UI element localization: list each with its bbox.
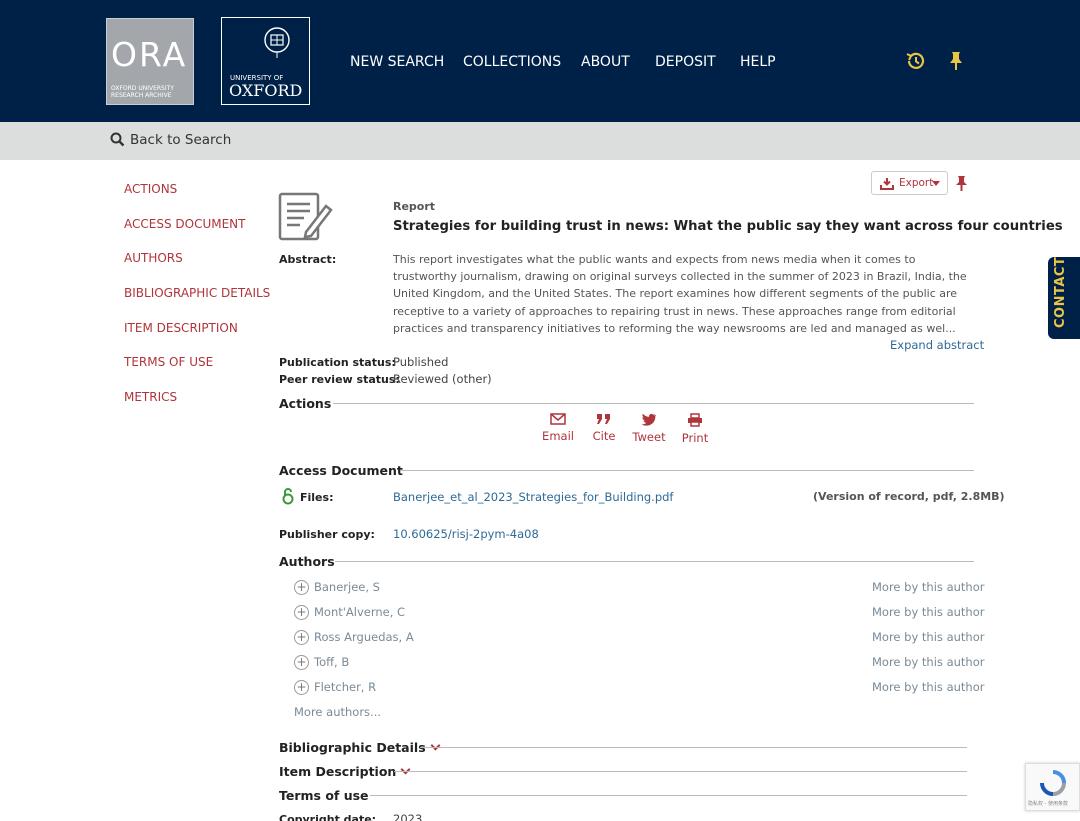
oxford-logo-big: OXFORD: [229, 81, 303, 100]
author-name[interactable]: Fletcher, R: [314, 680, 376, 694]
contact-label: CONTACT: [1053, 256, 1068, 328]
chevron-down-icon: [400, 764, 411, 775]
record-type: Report: [393, 200, 436, 213]
open-access-icon: [282, 488, 294, 505]
pin-icon[interactable]: [945, 50, 967, 72]
back-to-search-link[interactable]: Back to Search: [110, 132, 231, 148]
bibliographic-details-label: Bibliographic Details: [279, 740, 426, 755]
item-description-label: Item Description: [279, 764, 397, 779]
expand-author-icon[interactable]: +: [294, 655, 309, 670]
sidebar-item-authors[interactable]: AUTHORS: [124, 251, 183, 265]
expand-author-icon[interactable]: +: [294, 580, 309, 595]
envelope-icon: [550, 413, 566, 425]
peer-review-value: Reviewed (other): [393, 372, 492, 386]
email-label: Email: [542, 429, 574, 443]
pin-record-icon[interactable]: [955, 175, 968, 192]
expand-abstract-link[interactable]: Expand abstract: [890, 338, 984, 352]
files-label: Files:: [300, 491, 334, 504]
site-header: ORA OXFORD UNIVERSITY RESEARCH ARCHIVE U…: [0, 0, 1080, 122]
recaptcha-icon: [1040, 770, 1066, 796]
more-by-author-link[interactable]: More by this author: [872, 655, 984, 669]
file-download-link[interactable]: Banerjee_et_al_2023_Strategies_for_Build…: [393, 490, 673, 504]
publication-status-label: Publication status:: [279, 356, 396, 369]
publisher-copy-label: Publisher copy:: [279, 528, 375, 541]
sidebar-item-terms-of-use[interactable]: TERMS OF USE: [124, 355, 213, 369]
nav-collections[interactable]: COLLECTIONS: [463, 54, 561, 70]
sidebar-item-access-document[interactable]: ACCESS DOCUMENT: [124, 217, 245, 231]
bibliographic-divider: [420, 747, 967, 748]
tweet-action[interactable]: Tweet: [631, 413, 667, 444]
peer-review-label: Peer review status:: [279, 373, 400, 386]
record-title: Strategies for building trust in news: W…: [393, 219, 1063, 234]
abstract-text: This report investigates what the public…: [393, 253, 967, 335]
access-divider: [401, 470, 974, 471]
sidebar-item-item-description[interactable]: ITEM DESCRIPTION: [124, 321, 238, 335]
nav-about[interactable]: ABOUT: [581, 54, 630, 70]
back-bar: Back to Search: [0, 122, 1080, 160]
cite-action[interactable]: Cite: [589, 413, 619, 443]
nav-new-search[interactable]: NEW SEARCH: [350, 54, 444, 70]
document-icon: [278, 192, 333, 241]
authors-divider: [335, 561, 974, 562]
abstract-label: Abstract:: [279, 253, 337, 266]
export-label: Export: [899, 177, 934, 189]
cite-label: Cite: [592, 429, 616, 443]
bibliographic-details-toggle[interactable]: Bibliographic Details: [279, 740, 441, 755]
expand-author-icon[interactable]: +: [294, 680, 309, 695]
copyright-date-value: 2023: [393, 812, 423, 821]
sidebar-item-metrics[interactable]: METRICS: [124, 390, 177, 404]
file-meta: (Version of record, pdf, 2.8MB): [813, 490, 1005, 503]
contact-tab[interactable]: CONTACT: [1048, 257, 1080, 339]
tweet-label: Tweet: [632, 430, 666, 444]
back-to-search-label: Back to Search: [130, 132, 232, 148]
oxford-logo[interactable]: UNIVERSITY OF OXFORD: [221, 17, 310, 105]
access-heading: Access Document: [279, 463, 403, 478]
author-name[interactable]: Mont'Alverne, C: [314, 605, 405, 619]
nav-help[interactable]: HELP: [740, 54, 776, 70]
terms-of-use-heading: Terms of use: [279, 788, 369, 803]
more-by-author-link[interactable]: More by this author: [872, 605, 984, 619]
item-description-toggle[interactable]: Item Description: [279, 764, 411, 779]
ora-logo-subtitle: OXFORD UNIVERSITY RESEARCH ARCHIVE: [111, 85, 174, 99]
oxford-crest-icon: [264, 27, 290, 58]
author-name[interactable]: Banerjee, S: [314, 580, 380, 594]
terms-divider: [370, 795, 967, 796]
export-button[interactable]: Export: [871, 171, 948, 195]
expand-author-icon[interactable]: +: [294, 605, 309, 620]
expand-author-icon[interactable]: +: [294, 630, 309, 645]
sidebar-item-actions[interactable]: ACTIONS: [124, 182, 177, 196]
more-authors-link[interactable]: More authors...: [294, 705, 381, 719]
twitter-icon: [641, 413, 656, 426]
ora-logo-text: ORA: [111, 35, 188, 74]
history-icon[interactable]: [904, 50, 926, 72]
actions-heading: Actions: [279, 396, 332, 411]
print-action[interactable]: Print: [680, 413, 710, 445]
publisher-doi-link[interactable]: 10.60625/risj-2pym-4a08: [393, 527, 539, 541]
actions-divider: [333, 403, 974, 404]
download-icon: [880, 178, 894, 190]
more-by-author-link[interactable]: More by this author: [872, 680, 984, 694]
recaptcha-badge[interactable]: 隐私权 - 使用条款: [1025, 763, 1080, 811]
chevron-down-icon: [430, 740, 441, 751]
recaptcha-label: 隐私权 - 使用条款: [1028, 801, 1068, 807]
quote-icon: [597, 414, 610, 424]
author-name[interactable]: Toff, B: [314, 655, 349, 669]
ora-logo[interactable]: ORA OXFORD UNIVERSITY RESEARCH ARCHIVE: [106, 18, 194, 105]
publication-status-value: Published: [393, 355, 449, 369]
more-by-author-link[interactable]: More by this author: [872, 580, 984, 594]
printer-icon: [688, 413, 702, 427]
chevron-down-icon: [932, 181, 940, 186]
author-name[interactable]: Ross Arguedas, A: [314, 630, 414, 644]
authors-heading: Authors: [279, 554, 335, 569]
print-label: Print: [681, 431, 709, 445]
more-by-author-link[interactable]: More by this author: [872, 630, 984, 644]
item-description-divider: [394, 771, 967, 772]
email-action[interactable]: Email: [541, 413, 575, 443]
copyright-date-label: Copyright date:: [279, 813, 377, 821]
nav-deposit[interactable]: DEPOSIT: [655, 54, 716, 70]
sidebar-item-bibliographic-details[interactable]: BIBLIOGRAPHIC DETAILS: [124, 286, 270, 300]
search-icon: [110, 132, 125, 147]
